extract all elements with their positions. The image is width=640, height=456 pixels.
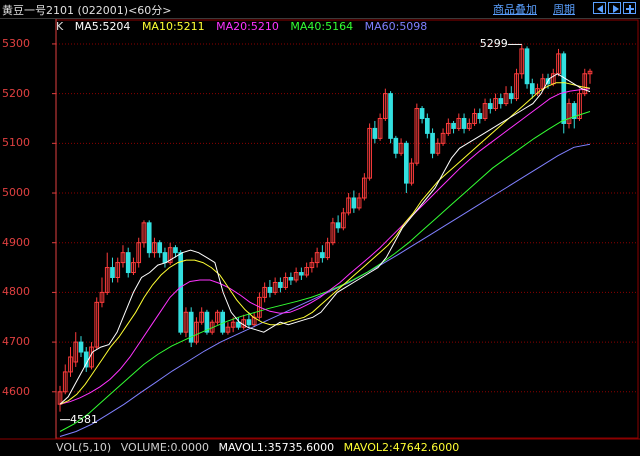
vol-volume: VOLUME:0.0000 (120, 441, 209, 454)
candle-down (477, 113, 483, 119)
candle-down (529, 83, 535, 95)
y-tick-label: 4600 (2, 384, 30, 398)
arrow-right-icon (613, 5, 619, 13)
low-annotation: 4581 (70, 412, 98, 426)
period-button[interactable]: 周期 (553, 1, 575, 17)
window-title: 黄豆一号2101 (022001)<60分> (2, 4, 172, 17)
candle-down (320, 252, 325, 259)
candle-down (288, 276, 294, 281)
y-tick-label: 5000 (2, 186, 30, 200)
candle-down (419, 108, 425, 119)
ma40-line (59, 111, 591, 432)
ma20-line (59, 88, 591, 405)
ma5-line (59, 73, 591, 405)
candle-down (372, 127, 378, 139)
candle-down (561, 53, 567, 124)
candle-down (125, 252, 131, 274)
candle-down (524, 48, 530, 85)
candle-down (246, 319, 252, 326)
legend-ma10: MA10:5211 (141, 20, 205, 33)
kline-chart[interactable] (0, 19, 640, 456)
candle-down (110, 267, 115, 278)
y-tick-label: 5300 (2, 36, 30, 50)
candle-down (487, 103, 493, 110)
plus-icon (626, 5, 634, 13)
candle-down (351, 197, 357, 209)
zoom-in-button[interactable] (623, 2, 636, 14)
candle-down (157, 242, 163, 254)
candle-down (78, 341, 84, 353)
plot-frame (55, 19, 639, 439)
candle-down (451, 122, 456, 129)
y-tick-label: 4900 (2, 235, 30, 249)
legend-ma60: MA60:5098 (364, 20, 428, 33)
y-tick-label: 5100 (2, 136, 30, 150)
scroll-left-button[interactable] (593, 2, 606, 14)
vol-mavol1: MAVOL1:35735.6000 (218, 441, 335, 454)
candle-down (173, 247, 178, 254)
y-tick-label: 4700 (2, 335, 30, 349)
arrow-left-icon (597, 5, 603, 13)
candle-down (178, 252, 184, 333)
candle-down (508, 93, 514, 100)
y-tick-label: 5200 (2, 86, 30, 100)
candle-down (267, 286, 273, 293)
ma-legend: K MA5:5204 MA10:5211 MA20:5210 MA40:5164… (56, 20, 435, 33)
volume-indicator-bar: VOL(5,10) VOLUME:0.0000 MAVOL1:35735.600… (56, 441, 465, 454)
candle-down (461, 117, 467, 129)
candle-down (430, 132, 435, 154)
candle-down (335, 222, 341, 229)
candle-down (404, 142, 409, 184)
candle-down (393, 137, 399, 154)
scroll-right-button[interactable] (608, 2, 621, 14)
y-tick-label: 4800 (2, 285, 30, 299)
candle-down (162, 252, 168, 264)
vol-mavol2: MAVOL2:47642.6000 (343, 441, 460, 454)
title-bar: 黄豆一号2101 (022001)<60分> 商品叠加 周期 (0, 0, 640, 19)
ma10-line (59, 82, 591, 405)
legend-ma20: MA20:5210 (216, 20, 279, 33)
vol-label: VOL(5,10) (56, 441, 112, 454)
high-annotation: 5299 (479, 37, 508, 51)
legend-ma5: MA5:5204 (74, 20, 131, 33)
candle-down (388, 93, 393, 139)
candle-down (299, 272, 304, 276)
candle-down (498, 98, 504, 105)
candle-down (424, 117, 430, 134)
legend-k: K (56, 20, 64, 33)
ma60-line (59, 143, 591, 437)
candle-down (278, 281, 283, 288)
candle-down (146, 222, 152, 254)
overlay-commodity-button[interactable]: 商品叠加 (493, 1, 537, 17)
legend-ma40: MA40:5164 (290, 20, 354, 33)
